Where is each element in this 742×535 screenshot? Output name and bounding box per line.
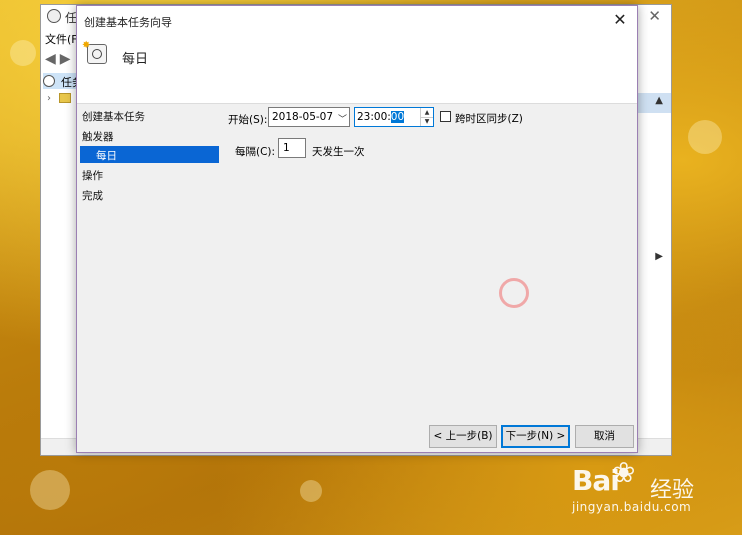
start-label: 开始(S):	[228, 114, 268, 126]
paw-icon: ❀	[612, 456, 636, 489]
clock-icon	[47, 9, 61, 23]
step-trigger: 触发器	[82, 131, 114, 143]
step-finish: 完成	[82, 190, 103, 202]
background-bubble	[688, 120, 722, 154]
chevron-up-icon[interactable]: ▲	[655, 95, 663, 106]
chevron-right-icon[interactable]: ▶	[655, 251, 663, 262]
chevron-down-icon[interactable]: ﹀	[338, 112, 347, 125]
watermark-url: jingyan.baidu.com	[572, 500, 692, 514]
bg-menu-file[interactable]: 文件(F	[45, 31, 78, 47]
chevron-right-icon[interactable]: ›	[47, 93, 51, 104]
recur-every-label: 每隔(C):	[235, 146, 276, 158]
time-spinner[interactable]: ▲ ▼	[420, 108, 433, 126]
background-bubble	[10, 40, 36, 66]
recur-every-suffix: 天发生一次	[312, 146, 365, 158]
recur-every-value: 1	[283, 142, 290, 154]
start-time-input[interactable]: 23:00:00 ▲ ▼	[354, 107, 434, 127]
sparkle-icon: ✸	[82, 40, 91, 51]
recur-every-input[interactable]: 1	[278, 138, 306, 158]
next-button[interactable]: 下一步(N) >	[501, 425, 570, 448]
step-create-task: 创建基本任务	[82, 111, 145, 123]
clock-icon	[43, 75, 55, 87]
bg-close-icon[interactable]: ✕	[648, 7, 661, 25]
step-action: 操作	[82, 170, 103, 182]
cancel-button[interactable]: 取消	[575, 425, 634, 448]
page-title: 每日	[122, 52, 149, 67]
sync-timezone-checkbox[interactable]	[440, 111, 451, 122]
step-daily-label: 每日	[96, 150, 117, 162]
background-bubble	[300, 480, 322, 502]
start-time-prefix: 23:00:	[357, 111, 391, 123]
start-date-value: 2018-05-07	[272, 111, 334, 123]
dialog-header: ✸ 每日	[77, 36, 637, 104]
dialog-titlebar: 创建基本任务向导 ✕	[77, 6, 637, 36]
sync-timezone-label[interactable]: 跨时区同步(Z)	[455, 111, 523, 126]
close-icon[interactable]: ✕	[611, 11, 629, 29]
create-basic-task-wizard: 创建基本任务向导 ✕ ✸ 每日 创建基本任务 触发器 每日 操作 完成 开始(S…	[76, 5, 638, 453]
background-bubble	[30, 470, 70, 510]
start-date-picker[interactable]: 2018-05-07 ﹀	[268, 107, 350, 127]
start-time-text: 23:00:00	[357, 111, 405, 123]
dialog-title: 创建基本任务向导	[84, 16, 172, 29]
bg-nav-arrows-icon[interactable]: ◀▶	[45, 51, 75, 67]
spin-down-icon[interactable]: ▼	[421, 117, 433, 126]
bg-actions-header[interactable]	[637, 93, 671, 113]
back-button[interactable]: < 上一步(B)	[429, 425, 497, 448]
cursor-highlight-ring	[499, 278, 529, 308]
start-time-selected-seconds: 00	[390, 111, 405, 123]
step-daily: 每日	[80, 146, 219, 163]
folder-icon	[59, 93, 71, 103]
